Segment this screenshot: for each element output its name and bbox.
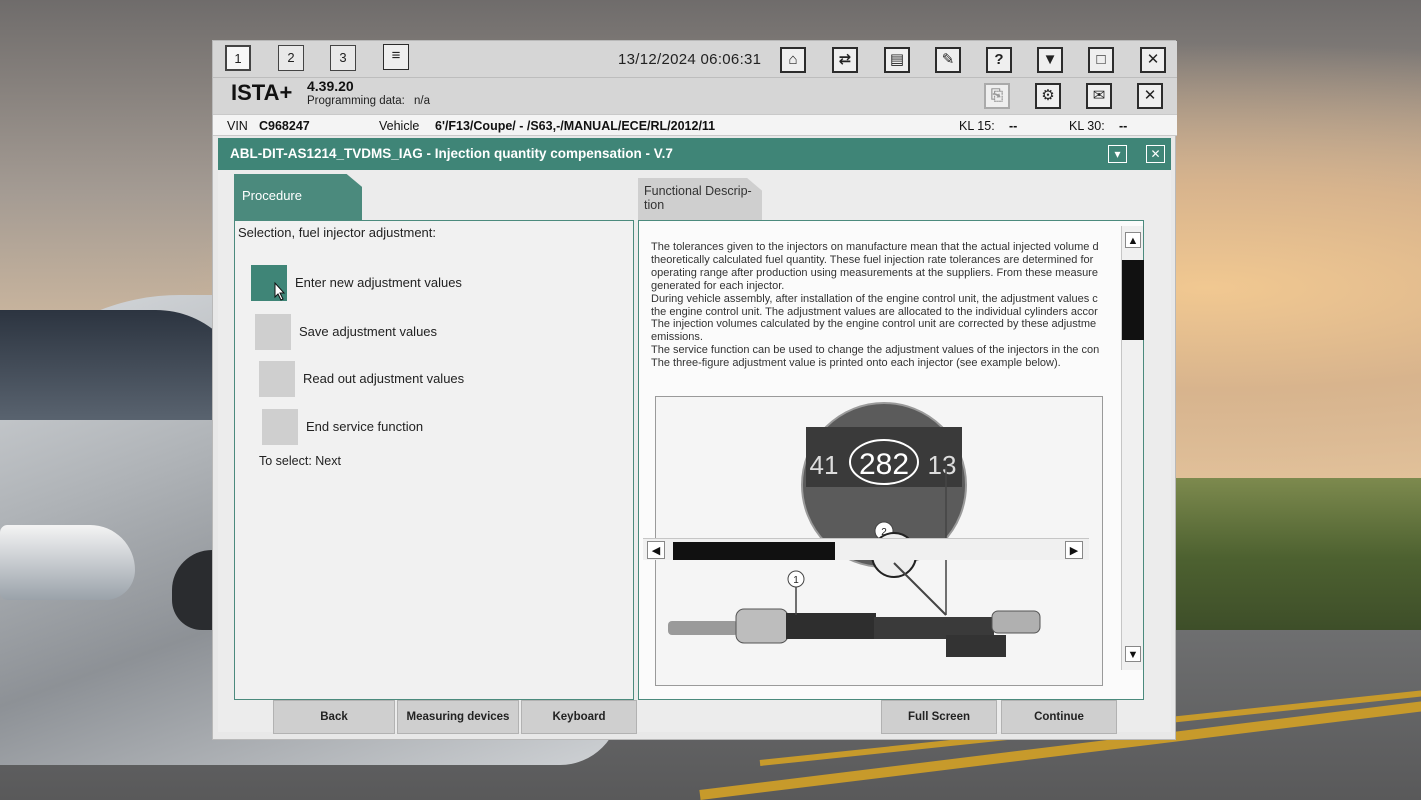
procedure-panel: Selection, fuel injector adjustment: Ent… [234,220,634,700]
function-title: ABL-DIT-AS1214_TVDMS_IAG - Injection qua… [230,146,673,161]
tab-functional-description[interactable]: Functional Descrip-tion [638,178,762,220]
continue-button[interactable]: Continue [1001,700,1117,734]
vehicle-value: 6'/F13/Coupe/ - /S63,-/MANUAL/ECE/RL/201… [435,119,716,133]
maximize-icon[interactable]: □ [1088,47,1114,73]
back-button[interactable]: Back [273,700,395,734]
scroll-down-icon[interactable]: ▼ [1125,646,1141,662]
list-icon[interactable]: ≡ [383,44,409,70]
kl30-label: KL 30: [1069,119,1105,133]
callout-1-label: 1 [793,575,799,586]
functional-description-panel: The tolerances given to the injectors on… [638,220,1144,700]
mouse-cursor-icon [274,281,286,301]
scroll-thumb[interactable] [1122,260,1144,340]
kl15-value: -- [1009,119,1018,133]
programming-value: n/a [414,95,430,107]
close-function-icon[interactable]: ✕ [1146,145,1165,163]
programming-label: Programming data: [307,95,405,107]
kl15-label: KL 15: [959,119,995,133]
bottom-button-bar: Back Measuring devices Keyboard Full Scr… [273,700,1121,736]
car-headlight [0,525,135,600]
description-line: The service function can be used to chan… [651,344,1100,357]
option-label: Enter new adjustment values [295,275,462,290]
to-select-hint: To select: Next [259,454,341,468]
vehicle-data-icon[interactable]: ⇄ [832,47,858,73]
scroll-up-icon[interactable]: ▲ [1125,232,1141,248]
adjustment-value-left: 41 [810,450,839,480]
description-line: generated for each injector. [651,279,785,292]
content-area: Procedure Functional Descrip-tion Select… [218,170,1171,732]
option-save-values[interactable]: Save adjustment values [255,314,505,350]
app-version: 4.39.20 [307,78,354,94]
horizontal-scrollbar[interactable]: ◀ ▶ [643,538,1089,560]
session-tab-1[interactable]: 1 [225,45,251,71]
option-label: Save adjustment values [299,324,438,339]
vin-label: VIN [227,119,248,133]
description-text: The tolerances given to the injectors on… [651,241,1126,370]
gear-icon[interactable]: ⚙ [1035,83,1061,109]
description-line: During vehicle assembly, after installat… [651,292,1098,305]
option-checkbox[interactable] [255,314,291,350]
download-icon[interactable]: ▼ [1037,47,1063,73]
callout-line [893,562,947,616]
home-icon[interactable]: ⌂ [780,47,806,73]
kl30-value: -- [1119,119,1128,133]
description-line: theoretically calculated fuel quantity. … [651,253,1094,266]
description-line: The three-figure adjustment value is pri… [651,357,1061,370]
measuring-devices-button[interactable]: Measuring devices [397,700,519,734]
adjustment-value-main: 282 [859,448,909,481]
option-end-service[interactable]: End service function [262,409,512,445]
selection-label: Selection, fuel injector adjustment: [238,225,436,240]
option-checkbox[interactable] [262,409,298,445]
session-tab-2[interactable]: 2 [278,45,304,71]
option-checkbox[interactable] [259,361,295,397]
vin-value: C968247 [259,119,310,133]
tab-procedure[interactable]: Procedure [234,174,362,220]
option-read-out-values[interactable]: Read out adjustment values [259,361,509,397]
scroll-thumb[interactable] [673,542,835,560]
option-label: End service function [306,419,424,434]
connection-icon[interactable]: ⎘ [984,83,1010,109]
description-line: emissions. [651,331,703,344]
scroll-left-icon[interactable]: ◀ [647,541,665,559]
wrench-icon[interactable]: ✎ [935,47,961,73]
injector-body [786,613,876,639]
injector-collar [735,608,789,644]
adjustment-value-right: 13 [928,450,957,480]
vehicle-info-bar: VIN C968247 Vehicle 6'/F13/Coupe/ - /S63… [213,114,1177,136]
injector-end [991,610,1041,634]
full-screen-button[interactable]: Full Screen [881,700,997,734]
top-toolbar: 1 2 3 ≡ 13/12/2024 06:06:31 ⌂ ⇄ ▤ ✎ ? ▼ … [213,41,1177,78]
option-enter-new-values[interactable]: Enter new adjustment values [251,265,501,301]
datetime: 13/12/2024 06:06:31 [618,51,762,68]
description-line: operating range after production using m… [651,266,1098,279]
option-label: Read out adjustment values [303,371,465,386]
close-icon[interactable]: ✕ [1140,47,1166,73]
help-icon[interactable]: ? [986,47,1012,73]
close-session-icon[interactable]: ✕ [1137,83,1163,109]
app-name: ISTA+ [231,80,293,105]
vehicle-label: Vehicle [379,119,420,133]
brand-bar: ISTA+ 4.39.20 Programming data: n/a ⎘ ⚙ … [213,78,1177,114]
ista-window: 1 2 3 ≡ 13/12/2024 06:06:31 ⌂ ⇄ ▤ ✎ ? ▼ … [212,40,1177,740]
minimize-icon[interactable]: ▾ [1108,145,1127,163]
scroll-right-icon[interactable]: ▶ [1065,541,1083,559]
vertical-scrollbar[interactable]: ▲ ▼ [1121,226,1144,670]
function-title-bar: ABL-DIT-AS1214_TVDMS_IAG - Injection qua… [218,138,1171,170]
description-line: The tolerances given to the injectors on… [651,241,1099,253]
programming-data: Programming data: n/a [307,95,430,107]
injector-nozzle [668,621,738,635]
session-tab-3[interactable]: 3 [330,45,356,71]
print-icon[interactable]: ▤ [884,47,910,73]
mail-icon[interactable]: ✉ [1086,83,1112,109]
injector-plug [946,635,1006,657]
description-line: The injection volumes calculated by the … [651,318,1097,331]
description-line: the engine control unit. The adjustment … [651,305,1098,318]
keyboard-button[interactable]: Keyboard [521,700,637,734]
